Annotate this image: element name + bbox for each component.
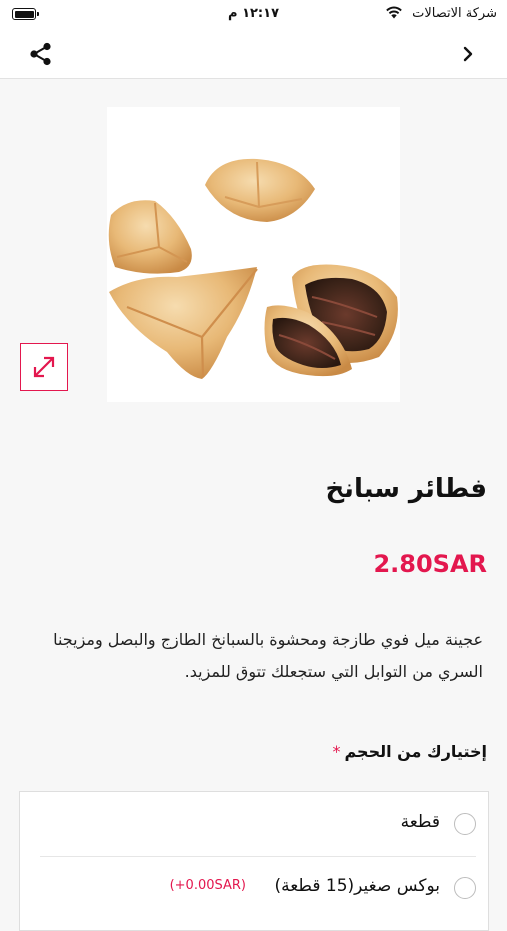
option-extra-price: (+0.00SAR) (169, 878, 246, 893)
product-image (107, 107, 400, 402)
required-mark: * (332, 742, 341, 761)
wifi-icon (386, 6, 402, 19)
status-time: ١٢:١٧ م (228, 6, 279, 21)
battery-icon (12, 8, 39, 20)
nav-bar (0, 30, 507, 79)
back-chevron-icon[interactable] (457, 43, 479, 65)
expand-icon (33, 356, 55, 378)
size-option-heading-label: إختيارك من الحجم (344, 742, 487, 761)
share-icon[interactable] (28, 41, 54, 67)
option-row-small-box[interactable]: بوكس صغير(15 قطعة) (+0.00SAR) (40, 856, 476, 920)
expand-image-button[interactable] (20, 343, 68, 391)
product-price: 2.80SAR (373, 550, 487, 578)
status-bar: ١٢:١٧ م شركة الاتصالات (0, 0, 507, 30)
product-title: فطائر سبانخ (325, 474, 487, 504)
option-row-piece[interactable]: قطعة (40, 792, 476, 857)
option-label: قطعة (400, 812, 440, 832)
radio-button[interactable] (454, 877, 476, 899)
size-options-list: قطعة بوكس صغير(15 قطعة) (+0.00SAR) (19, 791, 489, 931)
radio-button[interactable] (454, 813, 476, 835)
size-option-heading: إختيارك من الحجم* (332, 742, 487, 761)
product-description: عجينة ميل فوي طازجة ومحشوة بالسبانخ الطا… (53, 630, 483, 681)
carrier-name: شركة الاتصالات (412, 6, 497, 21)
option-label: بوكس صغير(15 قطعة) (274, 876, 440, 896)
